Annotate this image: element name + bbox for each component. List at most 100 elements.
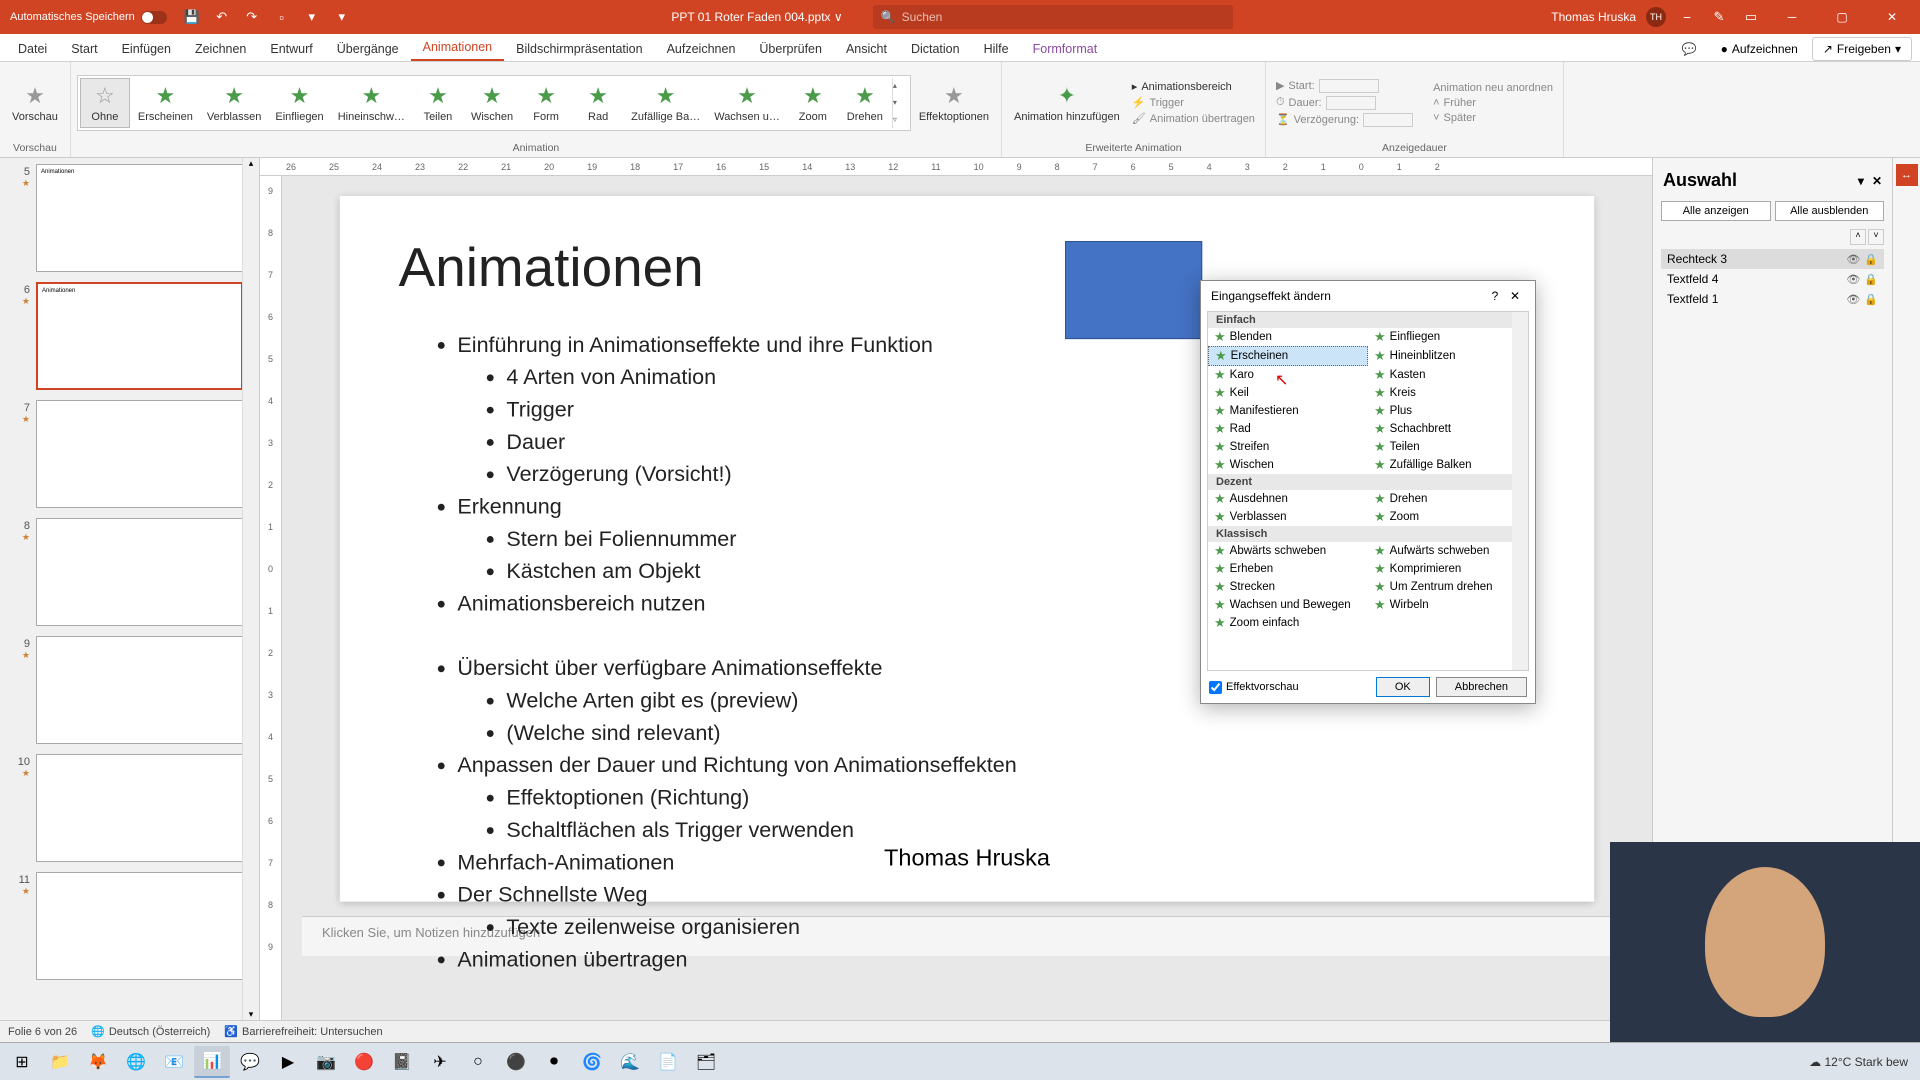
- trigger-button[interactable]: ⚡ Trigger: [1128, 95, 1259, 110]
- animation-pane-button[interactable]: ▸ Animationsbereich: [1128, 79, 1259, 94]
- effect-option[interactable]: ★Erheben: [1208, 560, 1368, 578]
- effect-option[interactable]: ★Wachsen und Bewegen: [1208, 596, 1368, 614]
- share-button[interactable]: ↗ Freigeben ▾: [1812, 37, 1912, 61]
- effect-option[interactable]: ★Kreis: [1368, 384, 1528, 402]
- anim-grow[interactable]: ★Wachsen u…: [708, 78, 786, 128]
- lock-icon[interactable]: 🔒: [1864, 253, 1878, 266]
- effect-list[interactable]: Einfach ★Blenden★Einfliegen★Erscheinen★H…: [1207, 311, 1529, 671]
- effect-option[interactable]: ★Streifen: [1208, 438, 1368, 456]
- pane-close-icon[interactable]: ✕: [1872, 174, 1882, 188]
- add-animation-button[interactable]: ✦ Animation hinzufügen: [1008, 79, 1126, 127]
- move-up-icon[interactable]: ˄: [1850, 229, 1866, 245]
- powerpoint-icon[interactable]: 📊: [194, 1046, 230, 1078]
- lock-icon[interactable]: 🔒: [1864, 273, 1878, 286]
- slide-thumbnails[interactable]: 5★Animationen6★Animationen7★8★9★10★11★: [0, 158, 260, 1020]
- close-button[interactable]: ✕: [1872, 0, 1912, 34]
- tab-slideshow[interactable]: Bildschirmpräsentation: [504, 37, 654, 61]
- slide-author[interactable]: Thomas Hruska: [884, 845, 1050, 872]
- effect-option[interactable]: ★Komprimieren: [1368, 560, 1528, 578]
- timing-start[interactable]: ▶ Start:: [1272, 78, 1417, 94]
- redo-icon[interactable]: ↷: [241, 6, 263, 28]
- save-icon[interactable]: 💾: [181, 6, 203, 28]
- app-icon[interactable]: 🗂: [688, 1046, 724, 1078]
- effect-option[interactable]: ★Um Zentrum drehen: [1368, 578, 1528, 596]
- qat-icon[interactable]: ▫: [271, 6, 293, 28]
- slide-thumbnail[interactable]: 8★: [16, 518, 243, 626]
- user-avatar[interactable]: TH: [1646, 7, 1666, 27]
- ok-button[interactable]: OK: [1376, 677, 1430, 697]
- comments-button[interactable]: 💬: [1672, 38, 1707, 60]
- tab-animations[interactable]: Animationen: [411, 35, 505, 61]
- user-name[interactable]: Thomas Hruska: [1551, 10, 1636, 24]
- anim-floatin[interactable]: ★Hineinschw…: [332, 78, 411, 128]
- search-input[interactable]: 🔍 Suchen: [873, 5, 1233, 29]
- collapsed-pane-button[interactable]: ↔: [1896, 164, 1918, 186]
- anim-fade[interactable]: ★Verblassen: [201, 78, 267, 128]
- minimize-button[interactable]: ─: [1772, 0, 1812, 34]
- selection-item[interactable]: Textfeld 1👁🔒: [1661, 289, 1884, 309]
- tab-design[interactable]: Entwurf: [258, 37, 324, 61]
- effect-option[interactable]: ★Karo: [1208, 366, 1368, 384]
- anim-zoom[interactable]: ★Zoom: [788, 78, 838, 128]
- timing-duration[interactable]: ⏱ Dauer:: [1272, 95, 1417, 111]
- tb-icon[interactable]: ✎: [1708, 6, 1730, 28]
- effect-option[interactable]: ★Strecken: [1208, 578, 1368, 596]
- language-status[interactable]: 🌐 Deutsch (Österreich): [91, 1025, 210, 1038]
- effect-option[interactable]: ★Manifestieren: [1208, 402, 1368, 420]
- show-all-button[interactable]: Alle anzeigen: [1661, 201, 1771, 221]
- preview-effect-checkbox[interactable]: Effektvorschau: [1209, 681, 1370, 694]
- anim-wipe[interactable]: ★Wischen: [465, 78, 519, 128]
- app-icon[interactable]: 📷: [308, 1046, 344, 1078]
- tb-icon[interactable]: ▭: [1740, 6, 1762, 28]
- slide-thumbnail[interactable]: 10★: [16, 754, 243, 862]
- effect-option[interactable]: ★Kasten: [1368, 366, 1528, 384]
- tab-shape-format[interactable]: Formformat: [1021, 37, 1110, 61]
- slide-thumbnail[interactable]: 11★: [16, 872, 243, 980]
- pane-dropdown-icon[interactable]: ▾: [1858, 174, 1864, 188]
- anim-split[interactable]: ★Teilen: [413, 78, 463, 128]
- effect-option[interactable]: ★Wischen: [1208, 456, 1368, 474]
- preview-button[interactable]: ★ Vorschau: [6, 79, 64, 127]
- edge-icon[interactable]: 🌊: [612, 1046, 648, 1078]
- anim-spin[interactable]: ★Drehen: [840, 78, 890, 128]
- tab-draw[interactable]: Zeichnen: [183, 37, 258, 61]
- effect-option[interactable]: ★Zoom einfach: [1208, 614, 1368, 632]
- firefox-icon[interactable]: 🦊: [80, 1046, 116, 1078]
- hide-all-button[interactable]: Alle ausblenden: [1775, 201, 1885, 221]
- slide-thumbnail[interactable]: 5★Animationen: [16, 164, 243, 272]
- move-earlier-button[interactable]: ˄ Früher: [1429, 96, 1557, 110]
- animation-gallery[interactable]: ☆Ohne ★Erscheinen ★Verblassen ★Einfliege…: [77, 75, 911, 131]
- anim-shape[interactable]: ★Form: [521, 78, 571, 128]
- effect-option[interactable]: ★Teilen: [1368, 438, 1528, 456]
- app-icon[interactable]: 🔴: [346, 1046, 382, 1078]
- tab-record[interactable]: Aufzeichnen: [655, 37, 748, 61]
- explorer-icon[interactable]: 📁: [42, 1046, 78, 1078]
- dialog-scrollbar[interactable]: [1512, 312, 1528, 670]
- thumbnails-scrollbar[interactable]: [242, 158, 259, 1020]
- tb-icon[interactable]: ⎯: [1676, 6, 1698, 28]
- record-button[interactable]: ● Aufzeichnen: [1711, 38, 1808, 60]
- app-icon[interactable]: 💬: [232, 1046, 268, 1078]
- anim-none[interactable]: ☆Ohne: [80, 78, 130, 128]
- slide-thumbnail[interactable]: 7★: [16, 400, 243, 508]
- tab-help[interactable]: Hilfe: [972, 37, 1021, 61]
- effect-option[interactable]: ★Zoom: [1368, 508, 1528, 526]
- qat-icon[interactable]: ▾: [301, 6, 323, 28]
- lock-icon[interactable]: 🔒: [1864, 293, 1878, 306]
- weather-widget[interactable]: ☁ 12°C Stark bew: [1809, 1055, 1908, 1069]
- selection-item[interactable]: Textfeld 4👁🔒: [1661, 269, 1884, 289]
- app-icon[interactable]: 🌀: [574, 1046, 610, 1078]
- start-button[interactable]: ⊞: [4, 1046, 40, 1078]
- effect-option[interactable]: ★Aufwärts schweben: [1368, 542, 1528, 560]
- app-icon[interactable]: ○: [460, 1046, 496, 1078]
- effect-option[interactable]: ★Schachbrett: [1368, 420, 1528, 438]
- tab-start[interactable]: Start: [59, 37, 109, 61]
- effect-option[interactable]: ★Ausdehnen: [1208, 490, 1368, 508]
- effect-option[interactable]: ★Abwärts schweben: [1208, 542, 1368, 560]
- effect-option[interactable]: ★Wirbeln: [1368, 596, 1528, 614]
- tab-review[interactable]: Überprüfen: [747, 37, 834, 61]
- tab-insert[interactable]: Einfügen: [110, 37, 183, 61]
- move-later-button[interactable]: ˅ Später: [1429, 111, 1557, 125]
- effect-option[interactable]: ★Zufällige Balken: [1368, 456, 1528, 474]
- outlook-icon[interactable]: 📧: [156, 1046, 192, 1078]
